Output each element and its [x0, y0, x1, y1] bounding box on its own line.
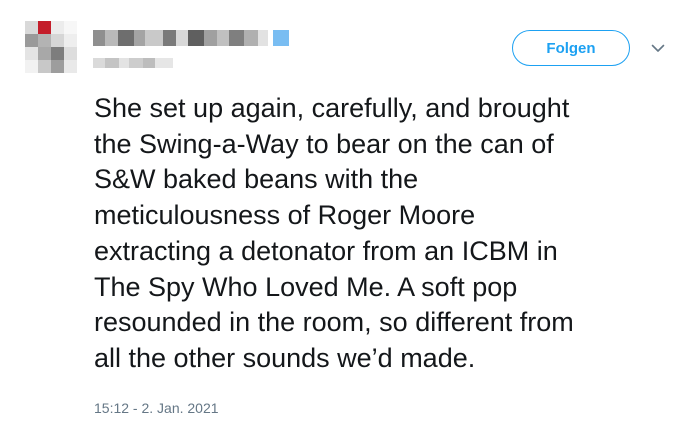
tweet-card: Folgen She set up again, carefully, and …: [0, 0, 700, 447]
tweet-timestamp[interactable]: 15:12 - 2. Jan. 2021: [94, 400, 219, 416]
chevron-down-icon[interactable]: [648, 38, 668, 58]
author-handle-pixelated[interactable]: [93, 58, 173, 68]
author-name-pixelated[interactable]: [93, 30, 289, 46]
avatar[interactable]: [25, 21, 77, 73]
follow-button[interactable]: Folgen: [512, 30, 630, 66]
tweet-text: She set up again, carefully, and brought…: [94, 93, 574, 373]
